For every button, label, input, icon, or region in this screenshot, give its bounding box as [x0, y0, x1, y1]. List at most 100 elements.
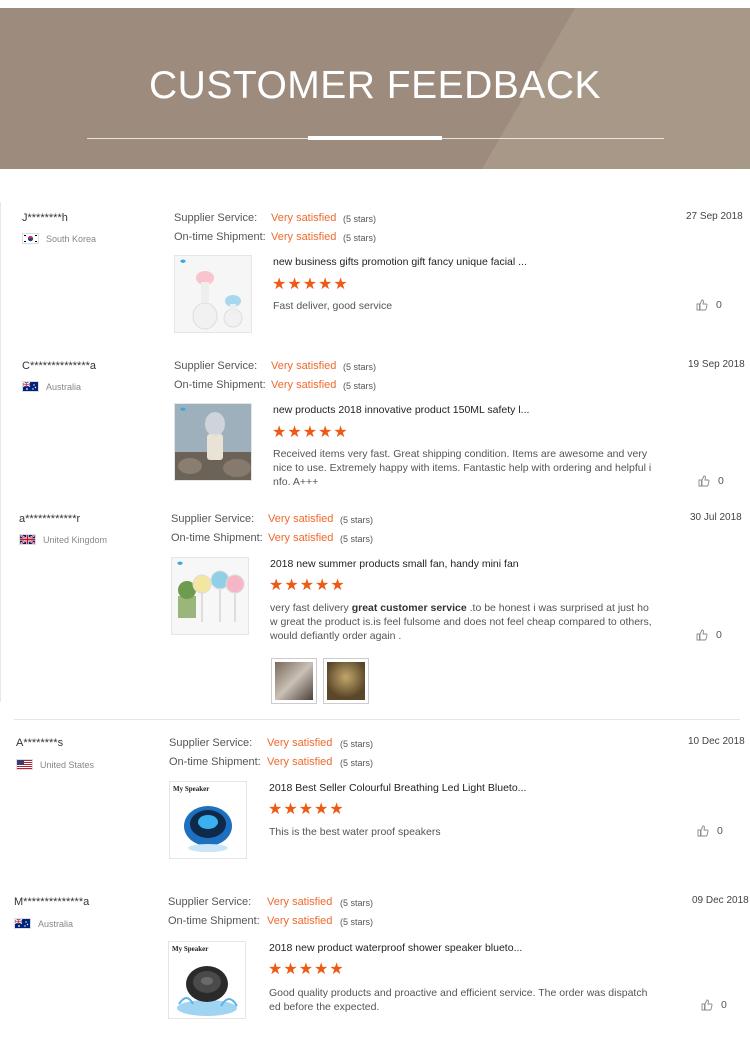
south-korea-flag-icon: [22, 233, 39, 244]
reviewer-name: a************r: [19, 513, 81, 525]
product-thumbnail[interactable]: [171, 557, 249, 635]
supplier-service-stars: (5 stars): [340, 515, 374, 525]
on-time-shipment-label: On-time Shipment:: [169, 756, 261, 768]
reviewer-name: A********s: [16, 737, 64, 749]
like-button[interactable]: 0: [697, 825, 723, 837]
review-photo[interactable]: [323, 658, 369, 704]
supplier-service-label: Supplier Service:: [174, 360, 258, 372]
product-rating-stars: ★★★★★: [272, 424, 349, 441]
like-button[interactable]: 0: [698, 475, 724, 487]
left-border: [0, 202, 1, 702]
on-time-shipment-label: On-time Shipment:: [168, 915, 260, 927]
reviewer-name: M**************a: [14, 896, 90, 908]
country-name: United Kingdom: [43, 534, 108, 545]
review-comment: This is the best water proof speakers: [269, 826, 441, 838]
product-thumbnail[interactable]: [174, 403, 252, 481]
on-time-shipment-label: On-time Shipment:: [174, 379, 266, 391]
reviewer-country: Australia: [22, 381, 81, 392]
supplier-service-label: Supplier Service:: [168, 896, 252, 908]
supplier-service-stars: (5 stars): [343, 362, 377, 372]
review-comment: Fast deliver, good service: [273, 300, 393, 312]
united-kingdom-flag-icon: [19, 534, 36, 545]
like-button[interactable]: 0: [696, 299, 722, 311]
supplier-service-value: Very satisfied: [271, 360, 337, 372]
supplier-service-label: Supplier Service:: [174, 212, 258, 224]
supplier-service-stars: (5 stars): [340, 898, 374, 908]
on-time-shipment-value: Very satisfied: [267, 915, 333, 927]
on-time-shipment-value: Very satisfied: [268, 532, 334, 544]
thumbs-up-icon: [701, 999, 713, 1011]
supplier-service-stars: (5 stars): [340, 739, 374, 749]
supplier-service-label: Supplier Service:: [169, 737, 253, 749]
product-title[interactable]: 2018 Best Seller Colourful Breathing Led…: [269, 782, 526, 794]
like-count: 0: [716, 299, 722, 311]
thumbs-up-icon: [697, 825, 709, 837]
on-time-shipment-label: On-time Shipment:: [171, 532, 263, 544]
reviewer-country: United Kingdom: [19, 534, 107, 545]
supplier-service-value: Very satisfied: [268, 513, 334, 525]
australia-flag-icon: [14, 918, 31, 929]
review-date: 10 Dec 2018: [688, 736, 745, 747]
like-button[interactable]: 0: [696, 629, 722, 641]
thumbs-up-icon: [698, 475, 710, 487]
thumbs-up-icon: [696, 299, 708, 311]
country-name: Australia: [38, 918, 74, 929]
section-divider: [14, 719, 740, 720]
reviewer-country: Australia: [14, 918, 73, 929]
review-comment: Good quality products and proactive and …: [269, 987, 648, 1013]
product-thumbnail[interactable]: My Speaker: [168, 941, 246, 1019]
product-rating-stars: ★★★★★: [268, 801, 345, 818]
like-button[interactable]: 0: [701, 999, 727, 1011]
product-rating-stars: ★★★★★: [269, 577, 346, 594]
on-time-shipment-label: On-time Shipment:: [174, 231, 266, 243]
review-photo[interactable]: [271, 658, 317, 704]
product-title[interactable]: new products 2018 innovative product 150…: [273, 404, 529, 416]
on-time-shipment-stars: (5 stars): [340, 917, 374, 927]
review-date: 27 Sep 2018: [686, 211, 743, 222]
australia-flag-icon: [22, 381, 39, 392]
thumb-brand-label: My Speaker: [173, 785, 209, 793]
on-time-shipment-stars: (5 stars): [343, 381, 377, 391]
reviewer-name: J********h: [22, 212, 68, 224]
banner-title: CUSTOMER FEEDBACK: [148, 64, 601, 107]
country-name: Australia: [46, 381, 82, 392]
review-comment: Received items very fast. Great shipping…: [273, 448, 652, 488]
product-title[interactable]: new business gifts promotion gift fancy …: [273, 256, 527, 268]
on-time-shipment-value: Very satisfied: [267, 756, 333, 768]
reviewer-country: South Korea: [22, 233, 96, 244]
thumb-brand-label: My Speaker: [172, 945, 208, 953]
product-thumbnail[interactable]: [174, 255, 252, 333]
on-time-shipment-stars: (5 stars): [343, 233, 377, 243]
reviewer-name: C**************a: [22, 360, 96, 372]
on-time-shipment-stars: (5 stars): [340, 758, 374, 768]
supplier-service-value: Very satisfied: [267, 737, 333, 749]
country-name: South Korea: [46, 233, 97, 244]
product-rating-stars: ★★★★★: [272, 276, 349, 293]
on-time-shipment-stars: (5 stars): [340, 534, 374, 544]
review-date: 09 Dec 2018: [692, 895, 749, 906]
supplier-service-value: Very satisfied: [267, 896, 333, 908]
like-count: 0: [721, 999, 727, 1011]
supplier-service-value: Very satisfied: [271, 212, 337, 224]
product-title[interactable]: 2018 new summer products small fan, hand…: [270, 558, 519, 570]
review-date: 30 Jul 2018: [690, 512, 742, 523]
comment-highlight: great customer service: [351, 602, 467, 614]
supplier-service-stars: (5 stars): [343, 214, 377, 224]
banner-underline-accent: [308, 136, 442, 140]
product-rating-stars: ★★★★★: [268, 961, 345, 978]
like-count: 0: [716, 629, 722, 641]
like-count: 0: [717, 825, 723, 837]
product-title[interactable]: 2018 new product waterproof shower speak…: [269, 942, 522, 954]
reviewer-country: United States: [16, 759, 94, 770]
thumbs-up-icon: [696, 629, 708, 641]
review-comment: very fast delivery great customer servic…: [270, 602, 652, 642]
on-time-shipment-value: Very satisfied: [271, 231, 337, 243]
product-thumbnail[interactable]: My Speaker: [169, 781, 247, 859]
like-count: 0: [718, 475, 724, 487]
on-time-shipment-value: Very satisfied: [271, 379, 337, 391]
supplier-service-label: Supplier Service:: [171, 513, 255, 525]
country-name: United States: [40, 759, 95, 770]
review-date: 19 Sep 2018: [688, 359, 745, 370]
feedback-banner: CUSTOMER FEEDBACK: [0, 8, 750, 169]
united-states-flag-icon: [16, 759, 33, 770]
